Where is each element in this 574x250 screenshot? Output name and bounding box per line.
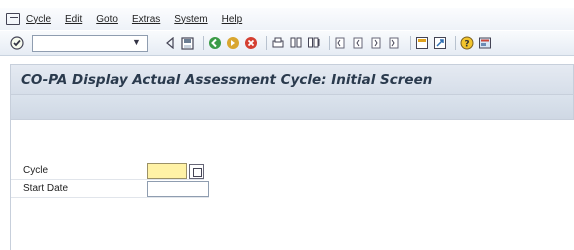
toolbar-separator [328, 36, 330, 50]
find-icon[interactable] [289, 36, 303, 50]
cycle-row: Cycle [11, 163, 204, 180]
menu-item-cycle[interactable]: Cycle [26, 14, 51, 25]
value-help-icon[interactable] [189, 163, 204, 179]
cancel-icon[interactable] [244, 36, 258, 50]
cycle-input[interactable] [147, 163, 187, 179]
shortcut-icon[interactable] [433, 36, 447, 50]
create-session-icon[interactable] [415, 36, 429, 50]
toolbar-separator [202, 36, 204, 50]
save-icon[interactable] [181, 36, 195, 50]
menu-exit-icon[interactable] [6, 13, 20, 25]
start-date-label: Start Date [23, 183, 69, 194]
customize-layout-icon[interactable] [478, 36, 492, 50]
command-dropdown-icon[interactable]: ▼ [132, 37, 141, 47]
standard-toolbar: ▼ ? [0, 31, 574, 56]
toolbar-separator [409, 36, 411, 50]
back-icon[interactable] [208, 36, 222, 50]
menu-item-extras[interactable]: Extras [132, 14, 160, 25]
toolbar-separator [454, 36, 456, 50]
screen-title-bar: CO-PA Display Actual Assessment Cycle: I… [10, 64, 574, 94]
start-date-input[interactable] [147, 181, 209, 197]
previous-page-icon[interactable] [352, 36, 366, 50]
print-icon[interactable] [271, 36, 285, 50]
menu-item-system[interactable]: System [174, 14, 207, 25]
last-page-icon[interactable] [388, 36, 402, 50]
help-icon[interactable]: ? [460, 36, 474, 50]
start-date-row: Start Date [11, 181, 209, 198]
svg-text:?: ? [464, 40, 469, 50]
toolbar-separator [265, 36, 267, 50]
selection-screen: Cycle Start Date [10, 120, 574, 250]
application-toolbar [10, 94, 574, 120]
menu-item-help[interactable]: Help [222, 14, 243, 25]
menu-item-edit[interactable]: Edit [65, 14, 82, 25]
command-field[interactable] [32, 34, 148, 52]
page-title: CO-PA Display Actual Assessment Cycle: I… [21, 71, 433, 88]
exit-icon[interactable] [226, 36, 240, 50]
menu-item-goto[interactable]: Goto [96, 14, 118, 25]
find-next-icon[interactable] [307, 36, 321, 50]
menu-bar: Cycle Edit Goto Extras System Help [0, 8, 574, 30]
next-page-icon[interactable] [370, 36, 384, 50]
enter-icon[interactable] [10, 36, 24, 50]
first-page-icon[interactable] [334, 36, 348, 50]
back-arrow-icon[interactable] [163, 36, 177, 50]
cycle-label: Cycle [23, 165, 49, 176]
